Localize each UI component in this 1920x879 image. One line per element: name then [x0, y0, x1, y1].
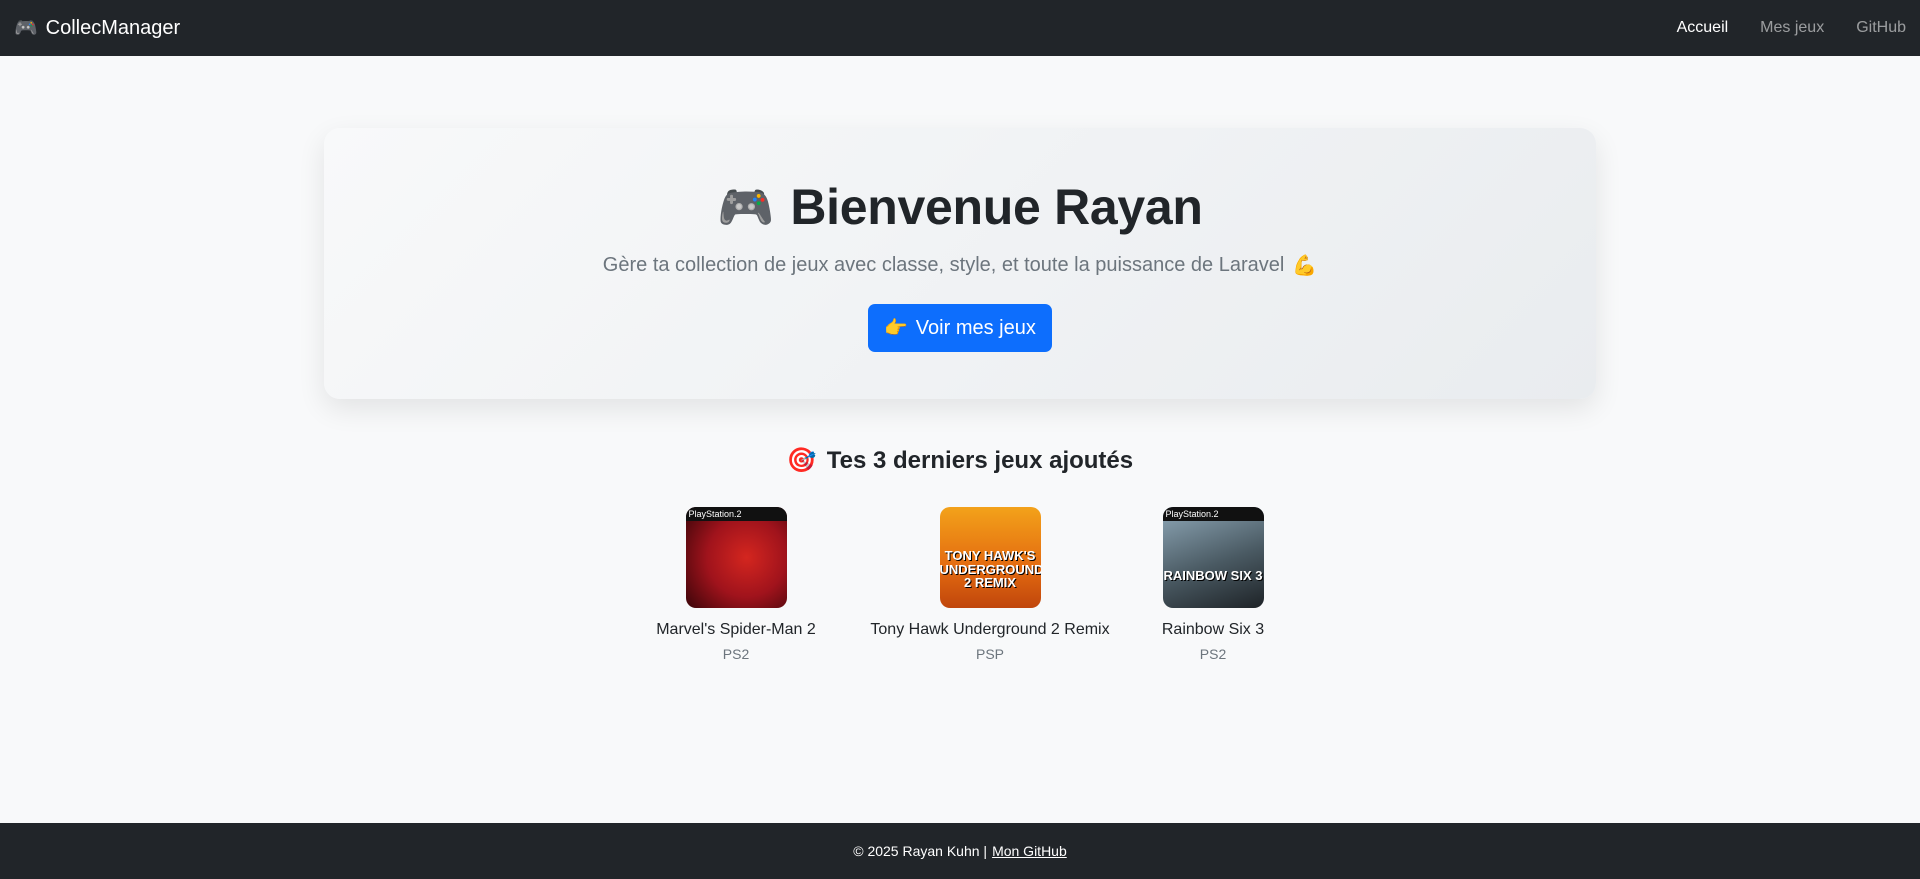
hero-card: 🎮 Bienvenue Rayan Gère ta collection de … [324, 128, 1596, 399]
cover-title: TONY HAWK'S UNDERGROUND 2 REMIX [939, 548, 1041, 591]
hero-subtitle-text: Gère ta collection de jeux avec classe, … [602, 254, 1285, 276]
flexed-biceps-icon: 💪 [1292, 255, 1318, 277]
game-cover-spider-man[interactable]: PlayStation.2 [685, 507, 787, 608]
game-card-tony-hawk[interactable]: TONY HAWK'S UNDERGROUND 2 REMIX Tony Haw… [860, 507, 1120, 662]
voir-mes-jeux-button[interactable]: 👉 Voir mes jeux [868, 304, 1052, 352]
cover-platform-label: PlayStation.2 [685, 507, 787, 521]
game-card-spider-man[interactable]: PlayStation.2 Marvel's Spider-Man 2 PS2 [636, 507, 836, 662]
game-name: Rainbow Six 3 [1161, 621, 1265, 638]
game-platform: PS2 [1199, 646, 1227, 662]
top-navbar: 🎮 CollecManager Accueil Mes jeux GitHub [0, 0, 1920, 56]
brand-name: CollecManager [45, 16, 181, 39]
hero-subtitle: Gère ta collection de jeux avec classe, … [324, 253, 1596, 278]
game-cover-tony-hawk[interactable]: TONY HAWK'S UNDERGROUND 2 REMIX [939, 507, 1041, 608]
pointing-hand-icon: 👉 [884, 318, 908, 339]
recent-games-title-text: Tes 3 derniers jeux ajoutés [826, 447, 1134, 474]
nav-link-mes-jeux[interactable]: Mes jeux [1760, 19, 1824, 37]
gamepad-icon: 🎮 [14, 17, 38, 39]
voir-mes-jeux-label: Voir mes jeux [915, 316, 1036, 339]
nav-link-github[interactable]: GitHub [1856, 19, 1906, 37]
brand-link[interactable]: 🎮 CollecManager [14, 17, 180, 40]
hero-title: 🎮 Bienvenue Rayan [324, 178, 1596, 236]
cover-platform-label: PlayStation.2 [1162, 507, 1264, 521]
game-cover-rainbow-six[interactable]: PlayStation.2 RAINBOW SIX 3 [1162, 507, 1264, 608]
nav-link-accueil[interactable]: Accueil [1677, 19, 1729, 37]
gamepad-icon: 🎮 [717, 181, 775, 233]
nav-links: Accueil Mes jeux GitHub [1677, 19, 1906, 37]
page-footer: © 2025 Rayan Kuhn | Mon GitHub [0, 823, 1920, 879]
game-name: Tony Hawk Underground 2 Remix [870, 621, 1110, 638]
recent-games-title: 🎯 Tes 3 derniers jeux ajoutés [0, 447, 1920, 475]
game-card-rainbow-six[interactable]: PlayStation.2 RAINBOW SIX 3 Rainbow Six … [1143, 507, 1283, 662]
footer-github-link[interactable]: Mon GitHub [992, 843, 1067, 859]
game-name: Marvel's Spider-Man 2 [656, 621, 816, 638]
footer-copyright: © 2025 Rayan Kuhn | [853, 843, 988, 859]
game-platform: PS2 [722, 646, 750, 662]
target-icon: 🎯 [786, 447, 817, 474]
game-platform: PSP [975, 646, 1004, 662]
hero-title-text: Bienvenue Rayan [790, 179, 1203, 235]
cover-title: RAINBOW SIX 3 [1163, 568, 1263, 583]
